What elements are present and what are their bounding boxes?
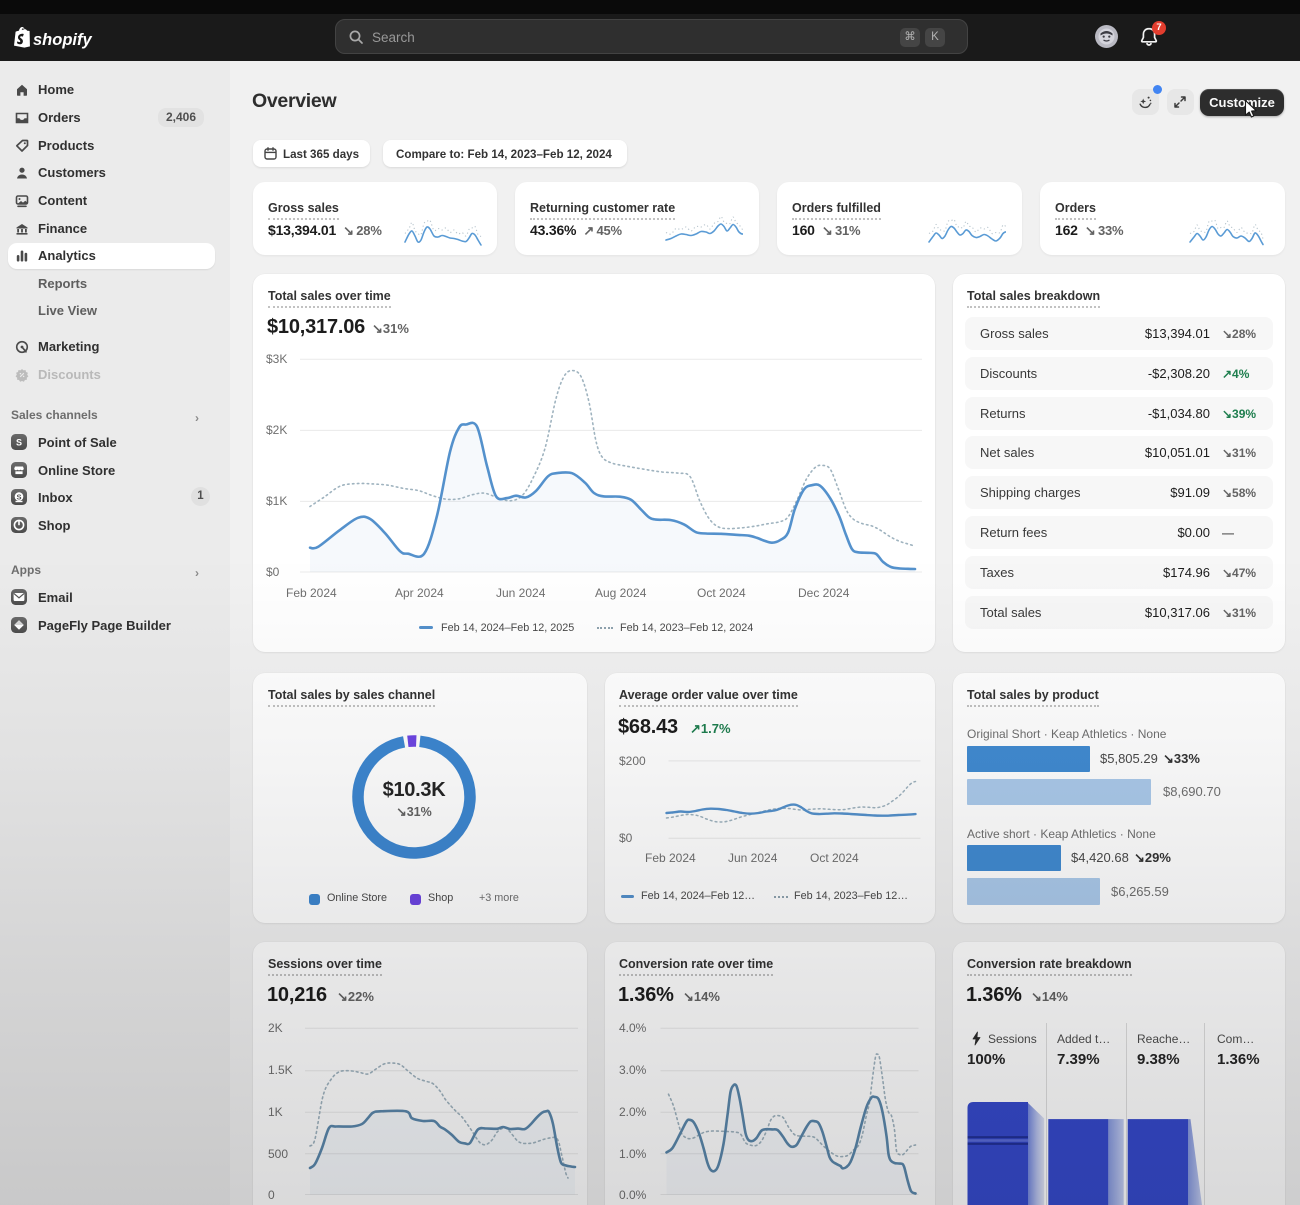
svg-text:S: S bbox=[16, 493, 21, 502]
svg-text:S: S bbox=[16, 437, 22, 447]
svg-text:shopify: shopify bbox=[33, 31, 92, 49]
